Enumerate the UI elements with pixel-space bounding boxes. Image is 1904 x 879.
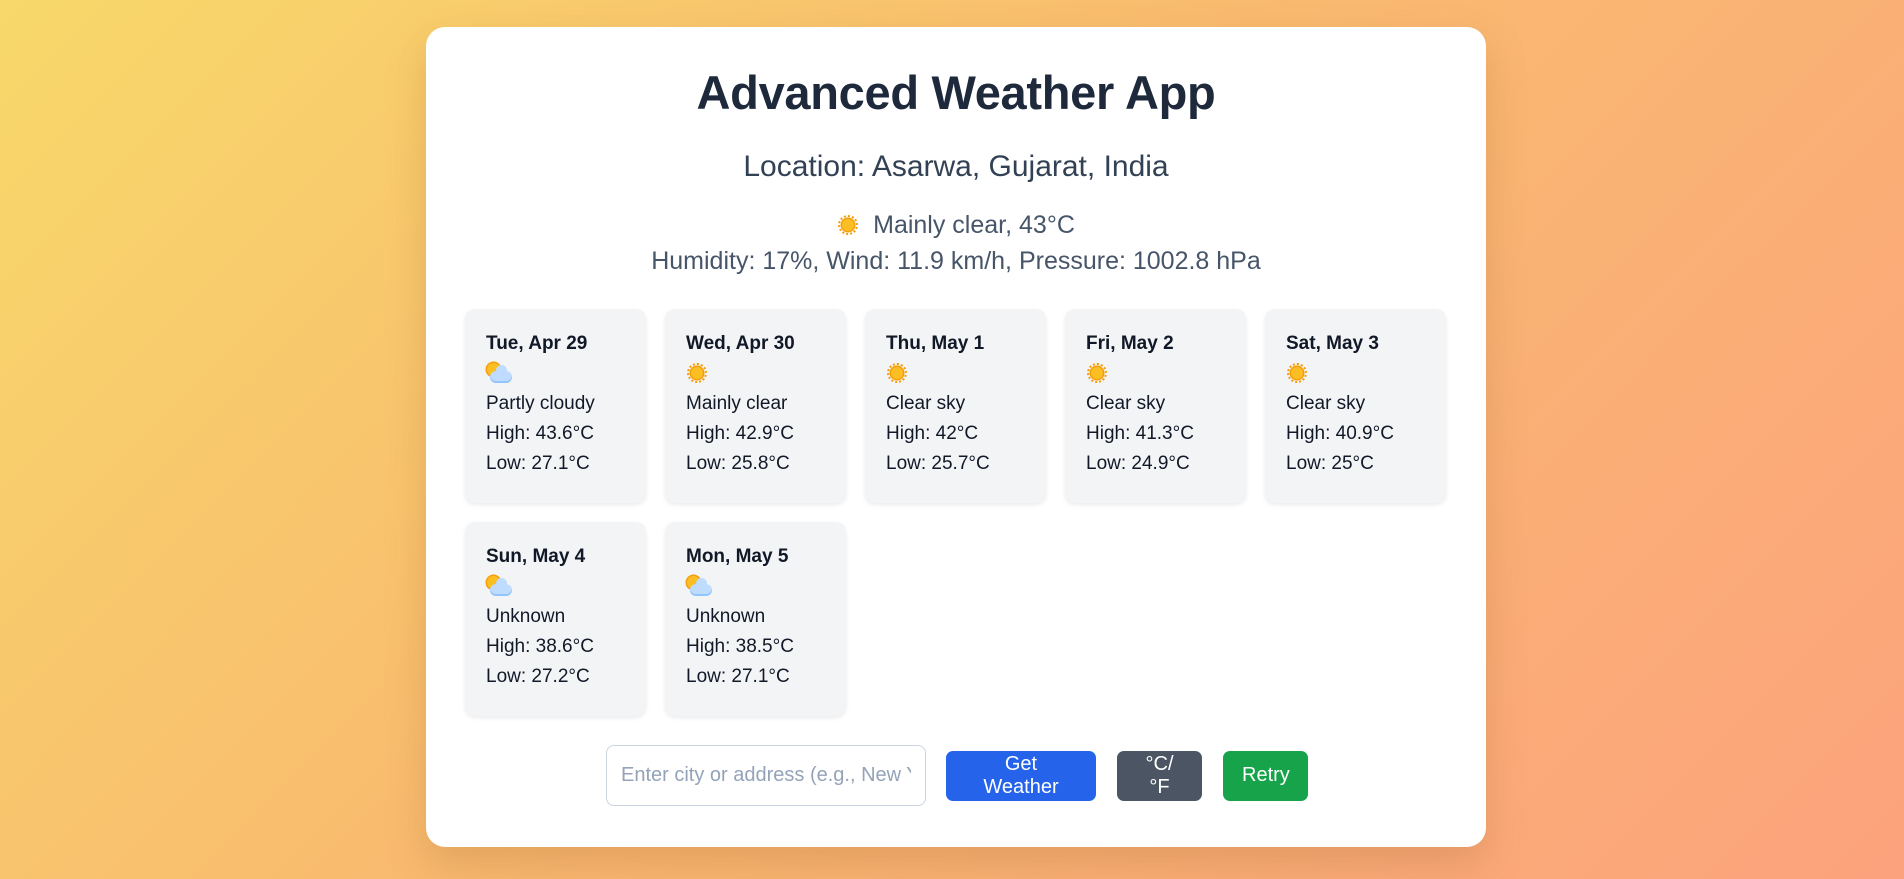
sun-icon: [686, 362, 708, 384]
forecast-day: Thu, May 1 Clear sky High: 42°C Low: 25.…: [865, 309, 1046, 503]
forecast-date: Tue, Apr 29: [486, 333, 588, 354]
forecast-low: Low: 27.1°C: [686, 666, 790, 687]
get-weather-button[interactable]: Get Weather: [946, 750, 1096, 801]
forecast-low: Low: 25.8°C: [686, 453, 790, 474]
retry-button[interactable]: Retry: [1223, 750, 1308, 801]
forecast-date: Wed, Apr 30: [686, 333, 795, 354]
forecast-low: Low: 27.2°C: [486, 666, 590, 687]
forecast-high: High: 41.3°C: [1086, 423, 1194, 444]
forecast-day: Tue, Apr 29 Partly cloudy High: 43.6°C L…: [465, 309, 646, 503]
controls-bar: Get Weather °C/°F Retry: [606, 745, 1308, 806]
page-title: Advanced Weather App: [696, 66, 1216, 119]
forecast-day: Mon, May 5 Unknown High: 38.5°C Low: 27.…: [665, 522, 846, 716]
sun-icon: [886, 362, 908, 384]
forecast-condition: Unknown: [686, 606, 766, 627]
current-weather: Mainly clear, 43°C Humidity: 17%, Wind: …: [426, 207, 1486, 280]
partly-cloudy-icon: [486, 575, 514, 599]
forecast-high: High: 42°C: [886, 423, 979, 444]
forecast-condition: Mainly clear: [686, 393, 788, 414]
current-details: Humidity: 17%, Wind: 11.9 km/h, Pressure…: [651, 246, 1261, 275]
forecast-date: Sat, May 3: [1286, 333, 1379, 354]
forecast-condition: Clear sky: [1286, 393, 1366, 414]
sun-icon: [1286, 362, 1308, 384]
forecast-condition: Partly cloudy: [486, 393, 595, 414]
unit-toggle-button[interactable]: °C/°F: [1117, 750, 1202, 801]
forecast-high: High: 42.9°C: [686, 423, 794, 444]
forecast-high: High: 38.5°C: [686, 636, 794, 657]
forecast-low: Low: 24.9°C: [1086, 453, 1190, 474]
forecast-day: Sat, May 3 Clear sky High: 40.9°C Low: 2…: [1265, 309, 1446, 503]
sun-icon: [837, 214, 859, 236]
weather-card: Advanced Weather App Location: Asarwa, G…: [426, 27, 1486, 847]
forecast-day: Wed, Apr 30 Mainly clear High: 42.9°C Lo…: [665, 309, 846, 503]
forecast-day: Sun, May 4 Unknown High: 38.6°C Low: 27.…: [465, 522, 646, 716]
partly-cloudy-icon: [686, 575, 714, 599]
forecast-grid: Tue, Apr 29 Partly cloudy High: 43.6°C L…: [465, 309, 1450, 716]
forecast-condition: Clear sky: [1086, 393, 1166, 414]
partly-cloudy-icon: [486, 362, 514, 386]
forecast-condition: Unknown: [486, 606, 566, 627]
forecast-high: High: 40.9°C: [1286, 423, 1394, 444]
current-summary: Mainly clear, 43°C: [873, 210, 1075, 239]
forecast-date: Thu, May 1: [886, 333, 985, 354]
forecast-high: High: 38.6°C: [486, 636, 594, 657]
forecast-condition: Clear sky: [886, 393, 966, 414]
search-input[interactable]: [606, 745, 926, 806]
forecast-date: Sun, May 4: [486, 546, 586, 567]
forecast-low: Low: 27.1°C: [486, 453, 590, 474]
location-text: Location: Asarwa, Gujarat, India: [743, 149, 1169, 183]
sun-icon: [1086, 362, 1108, 384]
forecast-day: Fri, May 2 Clear sky High: 41.3°C Low: 2…: [1065, 309, 1246, 503]
forecast-high: High: 43.6°C: [486, 423, 594, 444]
forecast-low: Low: 25°C: [1286, 453, 1374, 474]
forecast-date: Mon, May 5: [686, 546, 789, 567]
forecast-low: Low: 25.7°C: [886, 453, 990, 474]
forecast-date: Fri, May 2: [1086, 333, 1174, 354]
